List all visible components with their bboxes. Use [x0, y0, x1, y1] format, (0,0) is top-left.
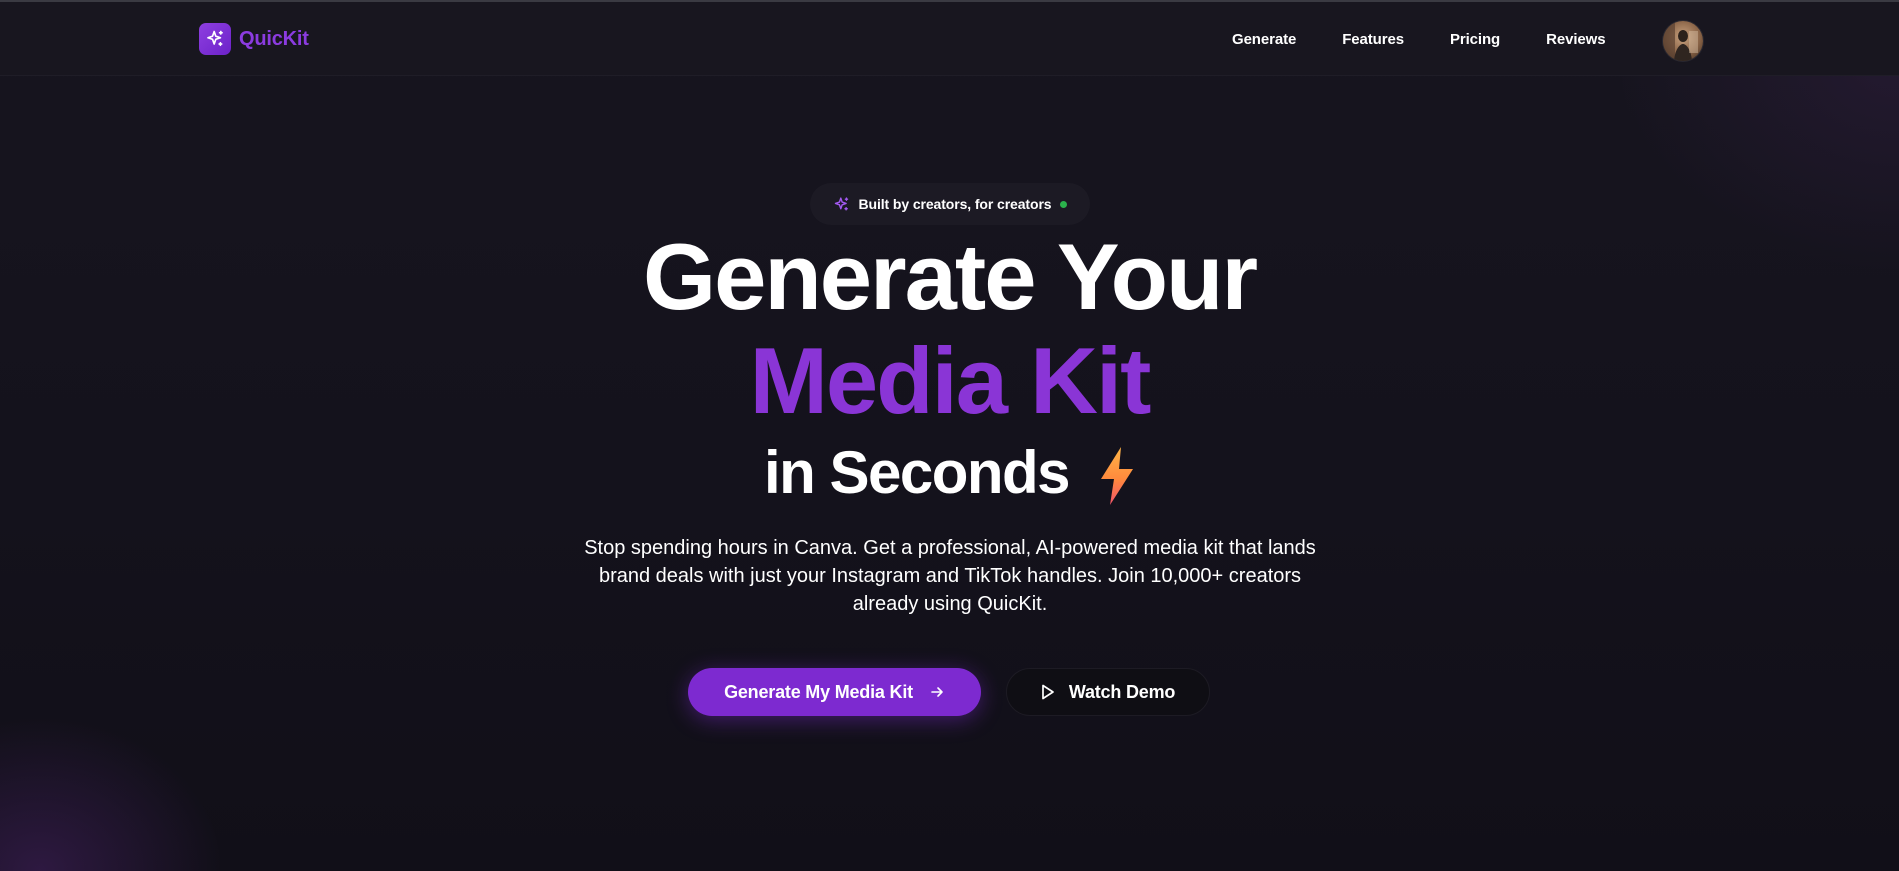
- headline-line-3: in Seconds: [0, 437, 1899, 509]
- sparkles-icon: [199, 23, 231, 55]
- lightning-bolt-icon: [1099, 447, 1135, 505]
- nav-link-features[interactable]: Features: [1342, 30, 1404, 50]
- badge-text: Built by creators, for creators: [858, 196, 1052, 212]
- creators-badge: Built by creators, for creators: [810, 183, 1090, 225]
- watch-demo-label: Watch Demo: [1068, 681, 1176, 702]
- nav-link-pricing[interactable]: Pricing: [1450, 30, 1500, 50]
- nav-links: Generate Features Pricing Reviews: [1232, 30, 1606, 50]
- watch-demo-button[interactable]: Watch Demo: [1006, 668, 1210, 716]
- generate-media-kit-button[interactable]: Generate My Media Kit: [688, 668, 981, 716]
- generate-media-kit-label: Generate My Media Kit: [724, 681, 913, 702]
- nav-link-reviews[interactable]: Reviews: [1546, 30, 1605, 50]
- brand-name: QuicKit: [239, 27, 309, 50]
- top-navigation-bar: QuicKit Generate Features Pricing Review…: [0, 2, 1899, 76]
- sparkles-icon: [833, 196, 850, 213]
- user-avatar[interactable]: [1663, 21, 1703, 61]
- arrow-right-icon: [929, 684, 945, 700]
- hero-subtitle: Stop spending hours in Canva. Get a prof…: [584, 537, 1316, 615]
- nav-link-generate[interactable]: Generate: [1232, 30, 1296, 50]
- headline-line-1: Generate Your: [642, 224, 1258, 329]
- status-dot: [1060, 200, 1068, 208]
- logo-link[interactable]: QuicKit: [199, 23, 309, 55]
- headline-line-2: Media Kit: [749, 328, 1152, 433]
- play-icon: [1041, 684, 1055, 700]
- headline-line-3-text: in Seconds: [763, 439, 1071, 506]
